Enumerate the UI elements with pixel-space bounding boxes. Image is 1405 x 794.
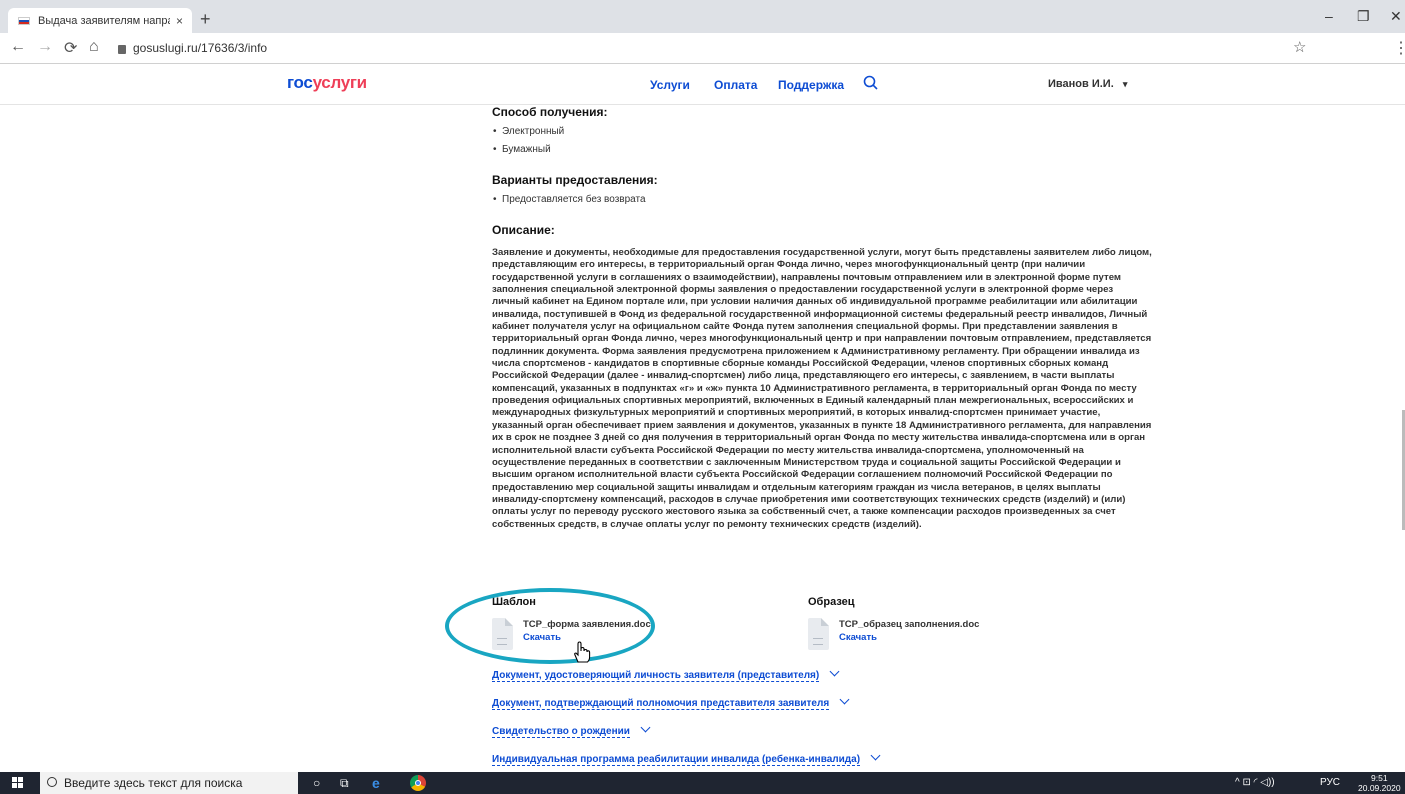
nav-payment[interactable]: Оплата [714, 78, 757, 92]
user-menu[interactable]: Иванов И.И. ▾ [1048, 78, 1127, 90]
chevron-down-icon: ▾ [1122, 79, 1128, 89]
accordion-item-rehab-program[interactable]: Индивидуальная программа реабилитации ин… [492, 750, 1152, 766]
site-header: госуслуги Услуги Оплата Поддержка Иванов… [0, 64, 1405, 105]
logo-part-gos: гос [287, 73, 313, 92]
chevron-down-icon [829, 666, 840, 677]
sample-title: Образец [808, 596, 855, 608]
description-title: Описание: [492, 223, 555, 237]
variants-list: Предоставляется без возврата [492, 191, 1152, 209]
browser-menu-icon[interactable]: ⋮ [1393, 38, 1405, 58]
accordion-item-label: Индивидуальная программа реабилитации ин… [492, 754, 861, 766]
chevron-down-icon [839, 694, 850, 705]
document-icon [808, 618, 829, 650]
clock[interactable]: 9:51 20.09.2020 [1358, 773, 1401, 793]
search-icon [47, 777, 57, 787]
accordion-item-birth-certificate[interactable]: Свидетельство о рождении [492, 722, 1152, 738]
address-bar: ← → ⟳ ⌂ gosuslugi.ru/17636/3/info ☆ ⋮ [0, 33, 1405, 64]
accordion-item-authority-document[interactable]: Документ, подтверждающий полномочия пред… [492, 694, 1152, 710]
minimize-button[interactable]: – [1325, 8, 1333, 24]
accordion-item-label: Документ, удостоверяющий личность заявит… [492, 670, 820, 682]
windows-taskbar: Введите здесь текст для поиска ○ ⧉ e ^ ⊡… [0, 772, 1405, 794]
clock-time: 9:51 [1371, 773, 1388, 783]
variants-title: Варианты предоставления: [492, 173, 658, 187]
browser-tab-bar: Выдача заявителям направлени × + – ❐ ✕ [0, 0, 1405, 33]
accordion-item-label: Документ, подтверждающий полномочия пред… [492, 698, 830, 710]
accordion-item-label: Свидетельство о рождении [492, 726, 630, 738]
hand-cursor-icon [574, 641, 591, 663]
cortana-icon[interactable]: ○ [313, 776, 320, 790]
url-field[interactable]: gosuslugi.ru/17636/3/info [118, 41, 267, 55]
edge-icon[interactable]: e [372, 775, 380, 791]
gosuslugi-logo[interactable]: госуслуги [287, 73, 367, 93]
clock-date: 20.09.2020 [1358, 783, 1401, 793]
close-window-button[interactable]: ✕ [1390, 8, 1402, 25]
highlight-ring [445, 588, 655, 664]
receipt-method-title: Способ получения: [492, 105, 608, 119]
sample-download-link[interactable]: Скачать [839, 632, 877, 643]
language-indicator[interactable]: РУС [1320, 777, 1340, 788]
service-info: Способ получения: Электронный Бумажный В… [492, 105, 1152, 237]
url-text: gosuslugi.ru/17636/3/info [133, 41, 268, 55]
tab-title: Выдача заявителям направлени [38, 14, 170, 27]
back-icon[interactable]: ← [10, 38, 26, 56]
taskbar-search-placeholder: Введите здесь текст для поиска [64, 776, 243, 790]
accordion-item-identity-document[interactable]: Документ, удостоверяющий личность заявит… [492, 666, 1152, 682]
maximize-button[interactable]: ❐ [1357, 8, 1370, 25]
tab-close-icon[interactable]: × [176, 14, 183, 28]
lock-icon [118, 44, 126, 54]
tray-icons[interactable]: ^ ⊡ ◜ ◁)) [1235, 777, 1275, 788]
sample-file: ТСР_образец заполнения.doc Скачать [808, 618, 1038, 654]
forward-icon[interactable]: → [37, 38, 53, 56]
logo-part-uslugi: услуги [312, 73, 368, 92]
search-icon[interactable] [862, 74, 880, 92]
description-text: Заявление и документы, необходимые для п… [492, 247, 1152, 530]
chrome-icon[interactable] [410, 775, 426, 791]
chevron-down-icon [640, 722, 651, 733]
nav-services[interactable]: Услуги [650, 78, 690, 92]
reload-icon[interactable]: ⟳ [64, 38, 77, 58]
list-item: Электронный [492, 123, 1152, 141]
sample-column: Образец [808, 596, 855, 608]
favicon-icon [18, 16, 30, 25]
sample-file-name: ТСР_образец заполнения.doc [839, 619, 980, 630]
list-item: Бумажный [492, 141, 1152, 159]
user-name: Иванов И.И. [1048, 78, 1114, 90]
task-view-icon[interactable]: ⧉ [340, 776, 349, 791]
browser-tab[interactable]: Выдача заявителям направлени × [8, 8, 192, 33]
taskbar-search-input[interactable]: Введите здесь текст для поиска [40, 772, 298, 794]
list-item: Предоставляется без возврата [492, 191, 1152, 209]
chevron-down-icon [870, 750, 881, 761]
new-tab-button[interactable]: + [200, 9, 211, 30]
home-icon[interactable]: ⌂ [89, 38, 99, 56]
nav-support[interactable]: Поддержка [778, 78, 844, 92]
receipt-method-list: Электронный Бумажный [492, 123, 1152, 159]
bookmark-star-icon[interactable]: ☆ [1293, 38, 1306, 56]
windows-start-icon[interactable] [12, 777, 24, 789]
